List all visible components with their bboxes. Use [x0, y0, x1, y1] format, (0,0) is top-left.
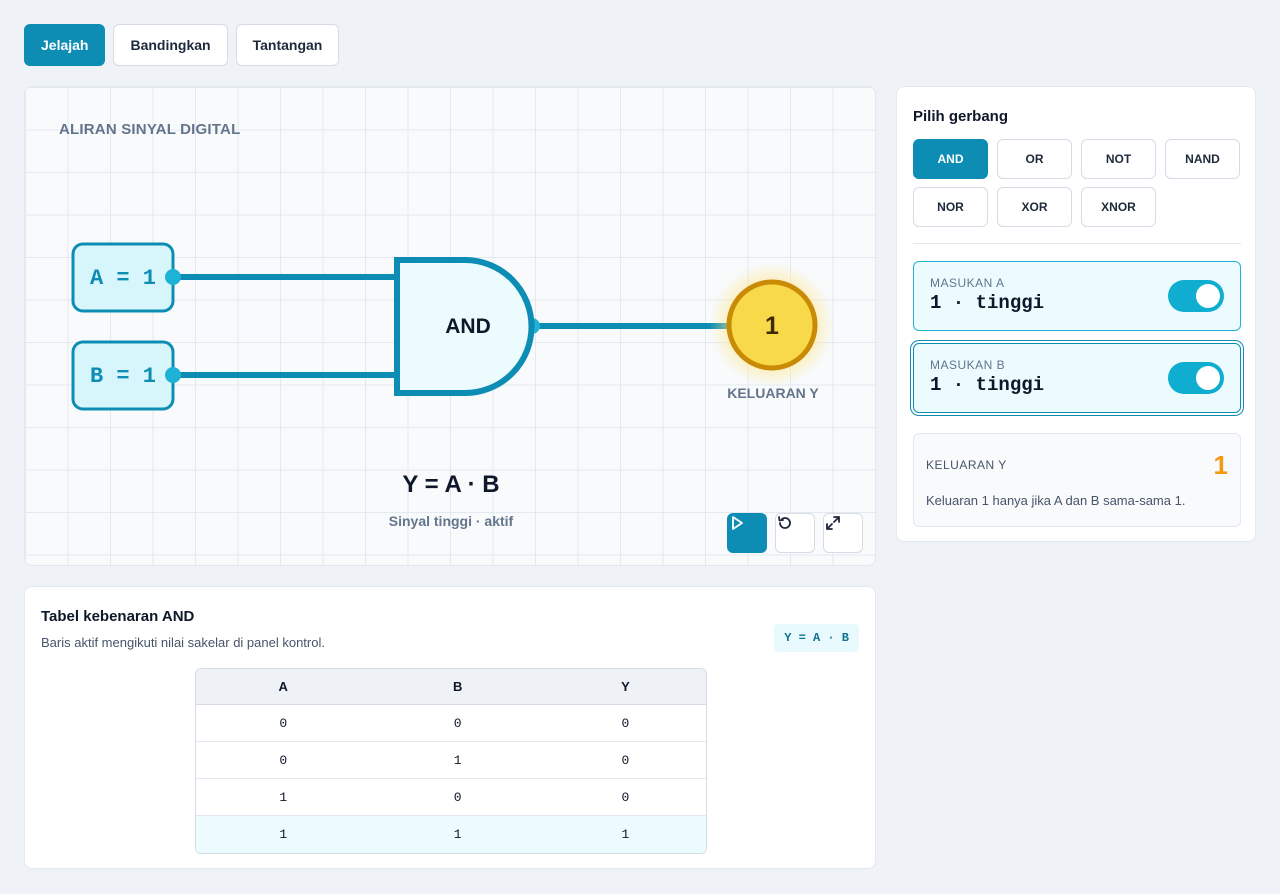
table-row-active: 1 1 1	[196, 816, 706, 853]
output-summary: KELUARAN Y 1 Keluaran 1 hanya jika A dan…	[913, 433, 1241, 527]
toggle-knob	[1196, 284, 1220, 308]
input-a-dot	[165, 269, 181, 285]
truth-table-subtitle: Baris aktif mengikuti nilai sakelar di p…	[41, 635, 325, 650]
output-summary-label: KELUARAN Y	[926, 458, 1007, 472]
column-header: B	[370, 669, 545, 705]
gate-button-xor[interactable]: XOR	[997, 187, 1072, 227]
table-cell: 0	[370, 705, 545, 742]
table-cell: 1	[544, 816, 706, 853]
column-header: A	[196, 669, 371, 705]
truth-table: A B Y 0 0 0 0 1 0 1 0 0 1 1 1	[195, 668, 707, 854]
input-a-label: A = 1	[90, 266, 156, 291]
input-b-control-label: MASUKAN B	[930, 358, 1006, 372]
play-button[interactable]	[727, 513, 767, 553]
table-cell: 1	[196, 816, 371, 853]
input-b-control-value: 1 · tinggi	[930, 374, 1045, 396]
tab-tantangan[interactable]: Tantangan	[235, 24, 340, 66]
fullscreen-button[interactable]	[823, 513, 863, 553]
table-cell: 0	[544, 705, 706, 742]
output-value: 1	[765, 312, 779, 340]
reset-icon	[778, 516, 791, 529]
input-a-toggle[interactable]	[1168, 280, 1224, 312]
output-summary-description: Keluaran 1 hanya jika A dan B sama-sama …	[926, 493, 1186, 508]
formula-pill: Y = A · B	[774, 624, 859, 652]
input-b-control[interactable]: MASUKAN B 1 · tinggi	[913, 343, 1241, 413]
gate-selector: AND OR NOT NAND NOR XOR XNOR	[913, 139, 1241, 227]
input-a-control-value: 1 · tinggi	[930, 292, 1045, 314]
input-a-control[interactable]: MASUKAN A 1 · tinggi	[913, 261, 1241, 331]
input-a-control-label: MASUKAN A	[930, 276, 1005, 290]
input-b-toggle[interactable]	[1168, 362, 1224, 394]
gate-button-and[interactable]: AND	[913, 139, 988, 179]
table-row: 0 0 0	[196, 705, 706, 742]
input-b-dot	[165, 367, 181, 383]
formula: Y = A · B	[402, 471, 500, 498]
table-cell: 0	[196, 742, 371, 779]
table-row: 0 1 0	[196, 742, 706, 779]
column-header: Y	[544, 669, 706, 705]
input-b-label: B = 1	[90, 364, 156, 389]
play-icon	[732, 516, 743, 530]
gate-button-or[interactable]: OR	[997, 139, 1072, 179]
gate-label: AND	[445, 315, 491, 338]
panel-divider	[913, 243, 1241, 244]
table-cell: 0	[544, 779, 706, 816]
table-cell: 1	[196, 779, 371, 816]
table-cell: 0	[544, 742, 706, 779]
table-cell: 0	[370, 779, 545, 816]
table-row: 1 0 0	[196, 779, 706, 816]
truth-table-card: Tabel kebenaran AND Baris aktif mengikut…	[24, 586, 876, 869]
gate-button-nand[interactable]: NAND	[1165, 139, 1240, 179]
mode-tabs: Jelajah Bandingkan Tantangan	[24, 24, 340, 66]
truth-table-title: Tabel kebenaran AND	[41, 608, 195, 625]
tab-jelajah[interactable]: Jelajah	[24, 24, 106, 66]
reset-button[interactable]	[775, 513, 815, 553]
output-summary-value: 1	[1213, 450, 1228, 480]
output-label: KELUARAN Y	[727, 385, 819, 401]
gate-button-nor[interactable]: NOR	[913, 187, 988, 227]
fullscreen-icon	[826, 516, 840, 530]
gate-button-xnor[interactable]: XNOR	[1081, 187, 1156, 227]
control-panel: Pilih gerbang AND OR NOT NAND NOR XOR XN…	[896, 86, 1256, 542]
table-cell: 1	[370, 816, 545, 853]
table-cell: 0	[196, 705, 371, 742]
tab-bandingkan[interactable]: Bandingkan	[113, 24, 228, 66]
panel-title: Pilih gerbang	[913, 108, 1009, 125]
toggle-knob	[1196, 366, 1220, 390]
circuit-canvas: ALIRAN SINYAL DIGITAL A = 1 B = 1 AND 1 …	[24, 86, 876, 566]
gate-button-not[interactable]: NOT	[1081, 139, 1156, 179]
table-header-row: A B Y	[196, 669, 706, 705]
table-cell: 1	[370, 742, 545, 779]
